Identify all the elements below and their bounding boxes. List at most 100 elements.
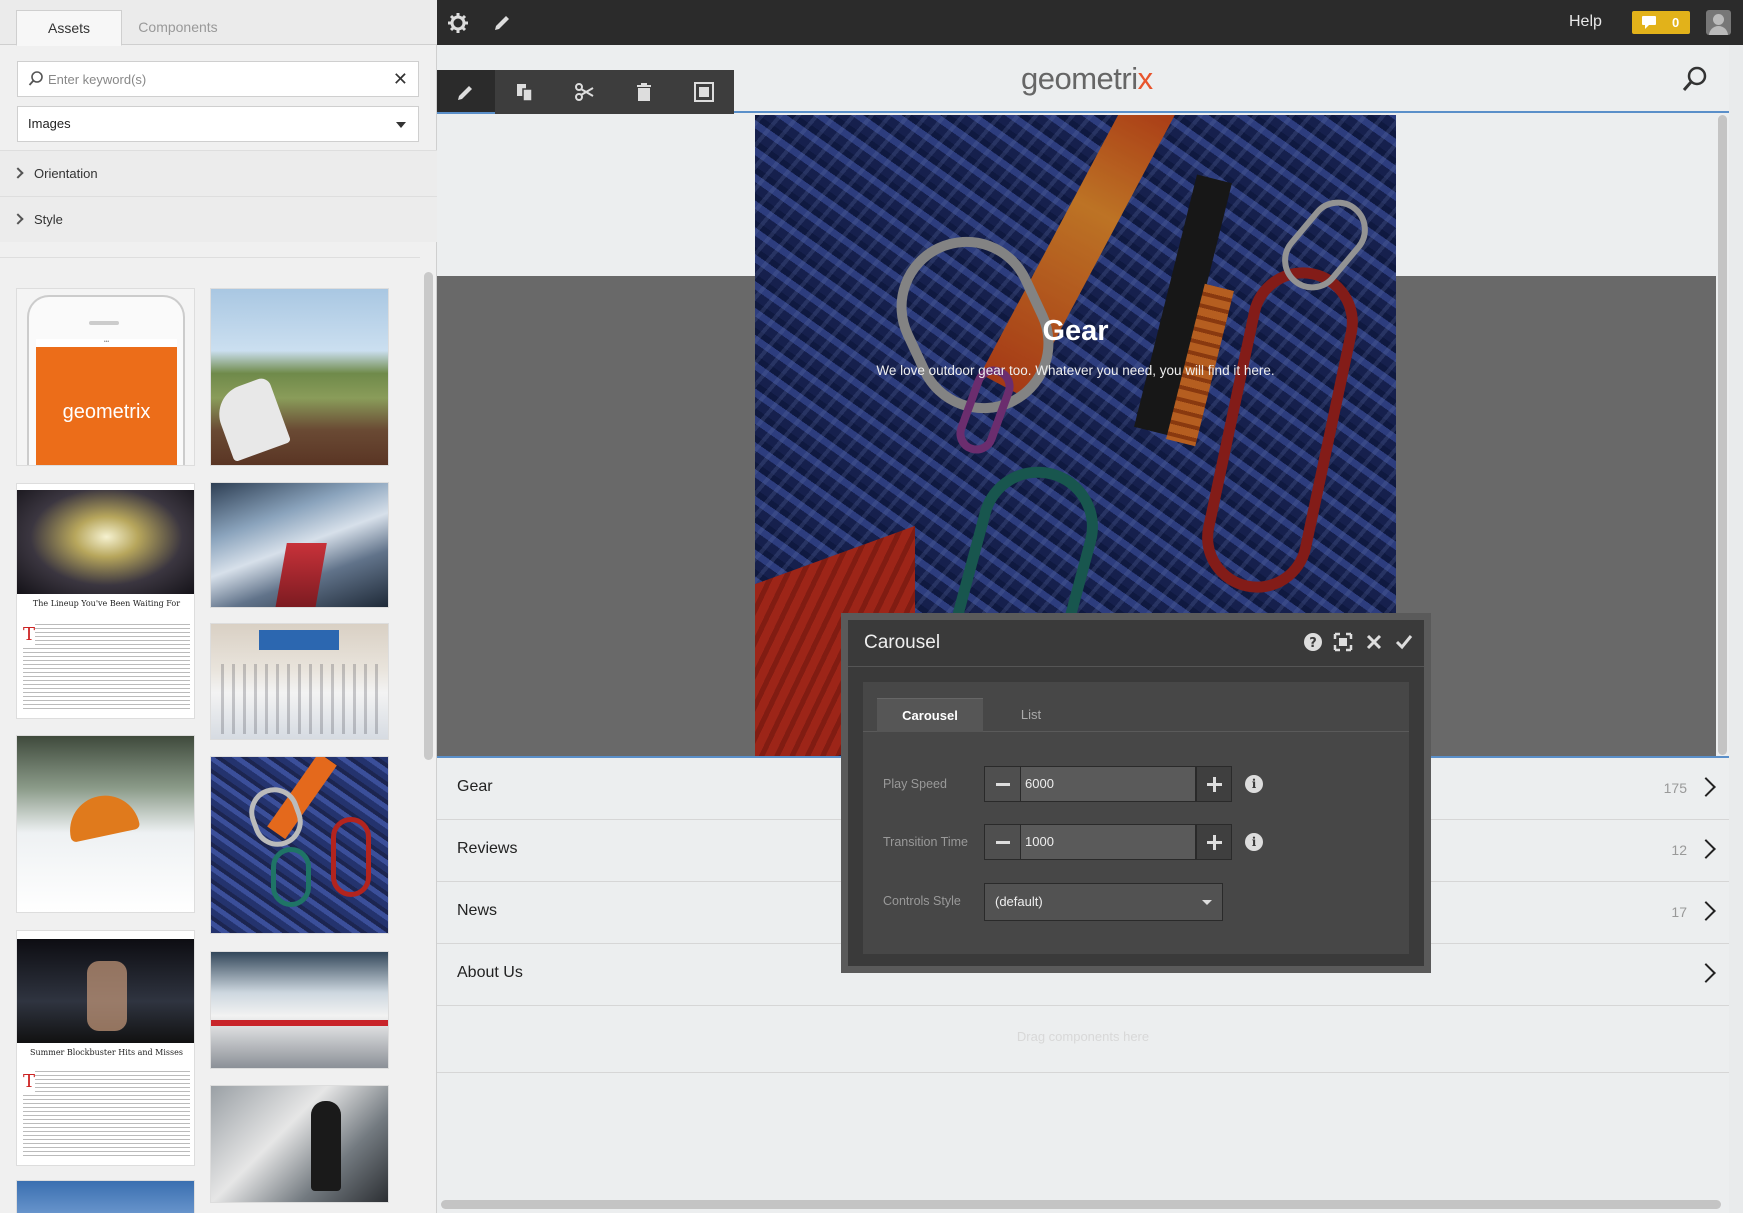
- tab-assets[interactable]: Assets: [16, 10, 122, 46]
- tab-list[interactable]: List: [989, 698, 1073, 732]
- play-speed-decrement-button[interactable]: [985, 767, 1021, 801]
- site-logo[interactable]: geometrix: [1021, 61, 1153, 97]
- group-icon: [694, 82, 714, 102]
- article-title: The Lineup You've Been Waiting For: [32, 599, 181, 608]
- help-link[interactable]: Help: [1569, 13, 1602, 31]
- cut-button[interactable]: [556, 70, 614, 114]
- nav-item-label: About Us: [457, 964, 523, 981]
- chat-bubble-icon: [1642, 16, 1656, 29]
- check-icon[interactable]: [1394, 632, 1416, 654]
- gear-icon[interactable]: [447, 12, 469, 34]
- transition-time-input[interactable]: 1000: [1025, 834, 1054, 849]
- asset-thumb-hills[interactable]: [210, 288, 389, 466]
- controls-style-label: Controls Style: [883, 894, 961, 908]
- drop-zone[interactable]: Drag components here: [437, 1003, 1729, 1073]
- assets-panel: Assets Components ✕ Images Orientation S…: [0, 0, 437, 1213]
- notification-count: 0: [1672, 15, 1680, 30]
- asset-thumb-article-concert[interactable]: The Lineup You've Been Waiting For T: [16, 483, 195, 719]
- nav-item-count: 12: [1671, 842, 1687, 858]
- pencil-icon[interactable]: [491, 12, 513, 34]
- asset-type-select[interactable]: Images: [17, 106, 419, 142]
- phone-logo-text: geometrix: [62, 401, 151, 423]
- tab-carousel[interactable]: Carousel: [877, 698, 983, 732]
- filter-orientation[interactable]: Orientation: [0, 150, 437, 196]
- asset-thumb-tent[interactable]: [16, 735, 195, 913]
- clear-search-icon[interactable]: ✕: [393, 69, 408, 89]
- transition-time-decrement-button[interactable]: [985, 825, 1021, 859]
- nav-item-label: Gear: [457, 778, 493, 795]
- group-button[interactable]: [675, 70, 733, 114]
- controls-style-select[interactable]: (default): [984, 883, 1223, 921]
- dialog-divider: [848, 666, 1424, 667]
- nav-item-label: Reviews: [457, 840, 518, 857]
- cut-icon: [575, 83, 594, 101]
- canvas-vertical-scrollbar[interactable]: [1718, 115, 1727, 755]
- help-icon[interactable]: ?: [1303, 632, 1325, 654]
- filter-label: Style: [34, 212, 63, 227]
- carousel-dialog: Carousel ? Carousel List Play Speed 6000…: [841, 613, 1431, 973]
- transition-time-label: Transition Time: [883, 835, 968, 849]
- component-edit-toolbar: [437, 70, 734, 114]
- copy-icon: [517, 84, 533, 102]
- info-icon[interactable]: i: [1245, 833, 1263, 851]
- notifications-button[interactable]: 0: [1632, 11, 1690, 34]
- filter-label: Orientation: [34, 166, 98, 181]
- filter-style[interactable]: Style: [0, 196, 437, 242]
- dialog-tabs: Carousel List: [863, 682, 1409, 732]
- close-icon[interactable]: [1364, 632, 1386, 654]
- asset-thumb-train[interactable]: [210, 951, 389, 1069]
- play-speed-stepper: 6000: [984, 766, 1232, 802]
- asset-thumb-phone[interactable]: ••• geometrix: [16, 288, 195, 466]
- nav-item-label: News: [457, 902, 498, 919]
- transition-time-increment-button[interactable]: [1196, 824, 1232, 860]
- logo-text: geometri: [1021, 61, 1138, 96]
- article-title: Summer Blockbuster Hits and Misses: [30, 1048, 183, 1057]
- info-icon[interactable]: i: [1245, 775, 1263, 793]
- assets-scrollbar[interactable]: [424, 272, 433, 760]
- search-input[interactable]: [48, 68, 378, 90]
- avatar[interactable]: [1706, 10, 1731, 35]
- chevron-right-icon: [1696, 963, 1716, 983]
- nav-item-count: 17: [1671, 904, 1687, 920]
- canvas-horizontal-scrollbar[interactable]: [441, 1200, 1721, 1209]
- chevron-right-icon: [1696, 777, 1716, 797]
- play-speed-increment-button[interactable]: [1196, 766, 1232, 802]
- panel-tabs: Assets Components: [0, 0, 437, 46]
- chevron-down-icon: [1202, 900, 1212, 905]
- drop-zone-hint: Drag components here: [1016, 1029, 1150, 1044]
- dialog-actions: ?: [1299, 632, 1416, 654]
- asset-thumb-crowd[interactable]: [210, 623, 389, 740]
- top-bar: Help 0: [437, 0, 1743, 45]
- search-icon: [28, 71, 43, 86]
- chevron-down-icon: [396, 122, 406, 128]
- trash-icon: [637, 83, 651, 101]
- svg-text:?: ?: [1309, 636, 1317, 651]
- transition-time-stepper: 1000: [984, 824, 1232, 860]
- fullscreen-icon[interactable]: [1333, 632, 1355, 654]
- edit-button[interactable]: [437, 70, 495, 114]
- asset-type-value: Images: [28, 116, 71, 131]
- tab-components[interactable]: Components: [124, 10, 232, 46]
- asset-thumb-partial[interactable]: [16, 1180, 195, 1213]
- delete-button[interactable]: [615, 70, 673, 114]
- chevron-right-icon: [1696, 839, 1716, 859]
- asset-thumb-station[interactable]: [210, 482, 389, 608]
- chevron-right-icon: [12, 167, 24, 179]
- search-icon[interactable]: [1681, 65, 1709, 93]
- hero-subtitle: We love outdoor gear too. Whatever you n…: [876, 363, 1275, 378]
- asset-thumb-article-movies[interactable]: Summer Blockbuster Hits and Misses T: [16, 930, 195, 1166]
- logo-accent: x: [1137, 61, 1154, 96]
- nav-item-count: 175: [1663, 780, 1687, 796]
- hero-title: Gear: [1042, 315, 1109, 347]
- chevron-right-icon: [1696, 901, 1716, 921]
- pencil-icon: [458, 86, 472, 100]
- play-speed-input[interactable]: 6000: [1025, 776, 1054, 791]
- copy-button[interactable]: [496, 70, 554, 114]
- asset-thumb-escalator[interactable]: [210, 1085, 389, 1203]
- asset-thumb-carabiners[interactable]: [210, 756, 389, 934]
- dialog-body: Carousel List Play Speed 6000 i Transiti…: [863, 682, 1409, 954]
- chevron-right-icon: [12, 213, 24, 225]
- asset-search: ✕: [17, 61, 419, 97]
- asset-grid: ••• geometrix The Lineup You've Been Wai…: [0, 257, 420, 1213]
- dialog-title: Carousel: [864, 632, 941, 653]
